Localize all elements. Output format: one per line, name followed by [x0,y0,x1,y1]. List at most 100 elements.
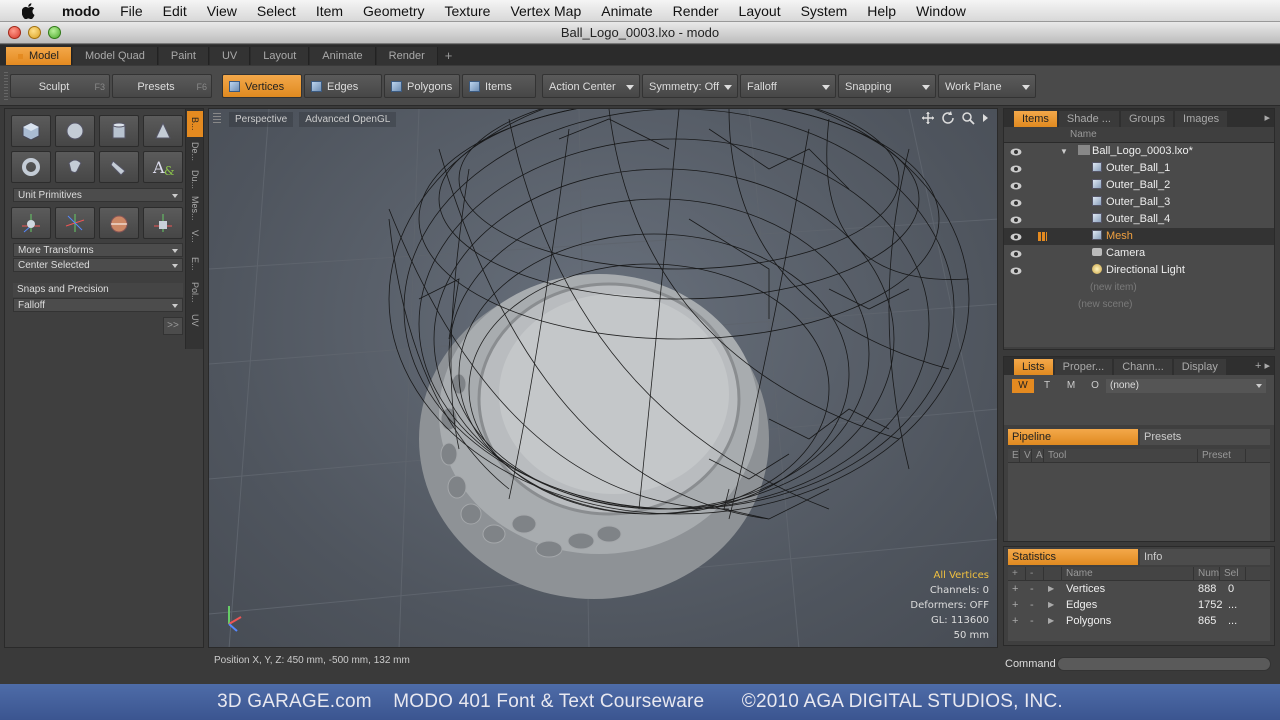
cylinder-tool-button[interactable] [99,115,139,147]
menu-select[interactable]: Select [247,3,306,19]
tab-layout[interactable]: Layout [251,47,310,65]
add-selection-icon[interactable]: + [1008,597,1026,613]
list-item[interactable]: Outer_Ball_4 [1004,211,1274,228]
weight-map-toggle[interactable]: W [1012,379,1034,393]
menu-animate[interactable]: Animate [591,3,662,19]
sphere-tool-button[interactable] [55,115,95,147]
menu-item[interactable]: Item [306,3,353,19]
eye-icon[interactable] [1010,265,1022,275]
text-tool-button[interactable]: A & [143,151,183,183]
vertices-mode-button[interactable]: Vertices [222,74,302,98]
list-item-selected[interactable]: Mesh [1004,228,1274,245]
viewport-grip-icon[interactable] [213,113,221,125]
table-row[interactable]: + - ▶ Polygons 865 ... [1008,613,1270,629]
tab-animate[interactable]: Animate [310,47,376,65]
pan-icon[interactable] [921,111,935,125]
presets-button[interactable]: Presets F6 [112,74,212,98]
falloff-dropdown[interactable]: Falloff [740,74,836,98]
expand-triangle-icon[interactable]: ▶ [1044,597,1062,613]
chevron-right-icon[interactable] [981,111,991,125]
menu-edit[interactable]: Edit [153,3,197,19]
tab-shader-tree[interactable]: Shade ... [1058,111,1119,127]
tab-display[interactable]: Display [1173,359,1226,375]
menu-geometry[interactable]: Geometry [353,3,434,19]
polygons-mode-button[interactable]: Polygons [384,74,460,98]
view-type-button[interactable]: Perspective [229,111,294,127]
eye-icon[interactable] [1010,197,1022,207]
vertex-map-dropdown[interactable]: (none) [1106,379,1266,393]
list-item[interactable]: Camera [1004,245,1274,262]
remove-selection-icon[interactable]: - [1026,597,1044,613]
vtab-edge[interactable]: E... [187,251,203,277]
tab-model[interactable]: Model [6,47,72,65]
list-item[interactable]: Directional Light [1004,262,1274,279]
morph-map-toggle[interactable]: M [1060,379,1082,393]
pen-tool-button[interactable] [99,151,139,183]
scene-row[interactable]: ▼ Ball_Logo_0003.lxo* [1004,143,1274,160]
orbit-icon[interactable] [941,111,955,125]
eye-icon[interactable] [1010,248,1022,258]
sculpt-button[interactable]: Sculpt F3 [10,74,110,98]
texture-map-toggle[interactable]: T [1036,379,1058,393]
lock-grid-icon[interactable] [1038,232,1047,241]
tab-uv[interactable]: UV [209,47,251,65]
list-item[interactable]: Outer_Ball_3 [1004,194,1274,211]
shading-mode-button[interactable]: Advanced OpenGL [299,111,397,127]
eye-icon[interactable] [1010,180,1022,190]
list-item[interactable]: Outer_Ball_2 [1004,177,1274,194]
zoom-window-button[interactable] [48,26,61,39]
remove-selection-icon[interactable]: - [1026,581,1044,597]
eye-icon[interactable] [1010,146,1022,156]
eye-icon[interactable] [1010,163,1022,173]
menu-render[interactable]: Render [663,3,729,19]
scale-tool-button[interactable] [99,207,139,239]
3d-viewport[interactable]: Perspective Advanced OpenGL All Vertices… [208,108,998,648]
move-tool-button[interactable] [11,207,51,239]
more-tools-button[interactable]: >> [163,317,183,335]
snapping-dropdown[interactable]: Snapping [838,74,936,98]
tab-model-quad[interactable]: Model Quad [72,47,158,65]
vtab-deform[interactable]: De... [187,139,203,165]
items-mode-button[interactable]: Items [462,74,536,98]
action-center-dropdown[interactable]: Action Center [542,74,640,98]
menu-layout[interactable]: Layout [729,3,791,19]
vtab-duplicate[interactable]: Du... [187,167,203,193]
tab-render[interactable]: Render [376,47,438,65]
tab-properties[interactable]: Proper... [1054,359,1113,375]
edges-mode-button[interactable]: Edges [304,74,382,98]
new-scene-row[interactable]: (new scene) [1004,296,1274,313]
table-row[interactable]: + - ▶ Edges 1752 ... [1008,597,1270,613]
add-selection-icon[interactable]: + [1008,581,1026,597]
tab-pipeline[interactable]: Pipeline [1008,429,1138,445]
vtab-polygon[interactable]: Pol... [187,279,203,305]
menu-file[interactable]: File [110,3,153,19]
tab-statistics[interactable]: Statistics [1008,549,1138,565]
other-map-toggle[interactable]: O [1084,379,1106,393]
minimize-window-button[interactable] [28,26,41,39]
add-tab-button[interactable]: + [439,47,459,65]
transform-tool-button[interactable] [143,207,183,239]
close-window-button[interactable] [8,26,21,39]
add-and-chevron-icon[interactable]: + ▸ [1255,359,1270,372]
menu-vertex-map[interactable]: Vertex Map [500,3,591,19]
menu-view[interactable]: View [197,3,247,19]
table-row[interactable]: + - ▶ Vertices 888 0 [1008,581,1270,597]
command-input[interactable] [1057,657,1271,671]
chevron-right-icon[interactable]: ▸ [1264,111,1270,124]
tab-info[interactable]: Info [1140,549,1270,565]
vtab-uv[interactable]: UV [187,307,203,333]
tab-groups[interactable]: Groups [1120,111,1174,127]
falloff-type-dropdown[interactable]: Falloff [13,298,183,312]
tab-images[interactable]: Images [1175,111,1228,127]
eye-icon[interactable] [1010,214,1022,224]
vtab-vertex[interactable]: V... [187,223,203,249]
capsule-tool-button[interactable] [55,151,95,183]
tab-items[interactable]: Items [1014,111,1057,127]
vtab-mesh-edit[interactable]: Mes... [187,195,203,221]
new-item-row[interactable]: (new item) [1004,279,1274,296]
grip-icon[interactable] [4,72,8,100]
remove-selection-icon[interactable]: - [1026,613,1044,629]
rotate-tool-button[interactable] [55,207,95,239]
more-transforms-dropdown[interactable]: More Transforms [13,243,183,257]
vtab-basic[interactable]: B... [187,111,203,137]
